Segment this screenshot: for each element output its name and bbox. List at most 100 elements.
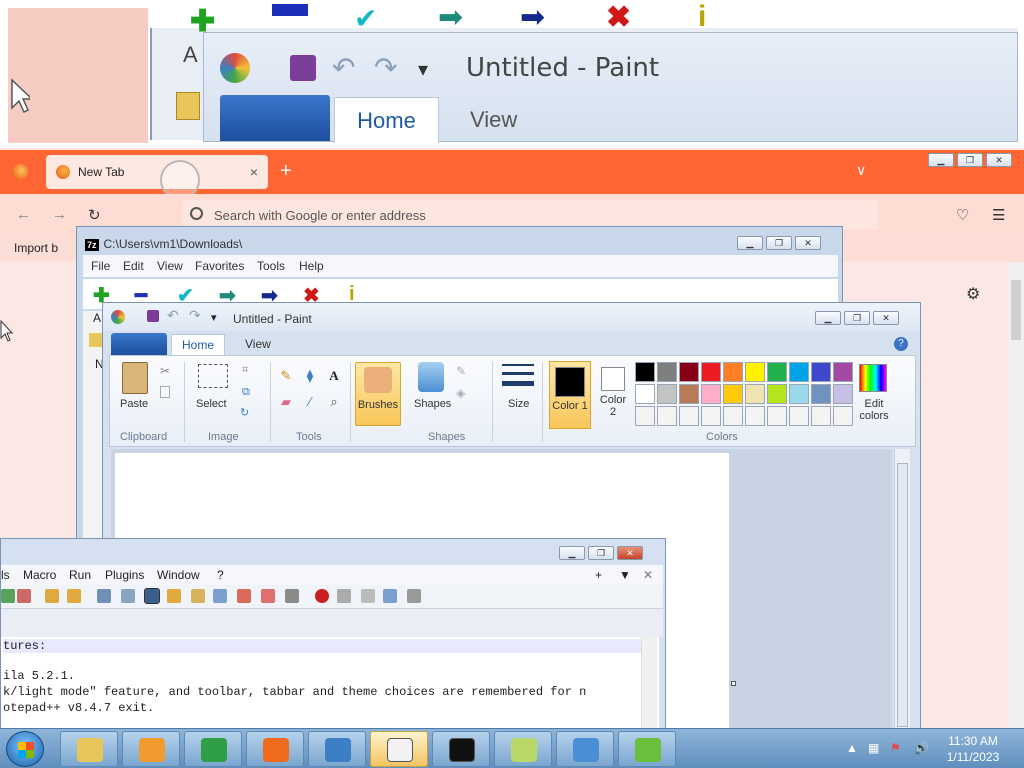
tab-home[interactable]: Home bbox=[171, 334, 226, 355]
taskbar-button[interactable] bbox=[184, 731, 242, 767]
scrollbar-thumb[interactable] bbox=[1011, 280, 1021, 340]
taskbar-button[interactable] bbox=[246, 731, 304, 767]
shapes-button[interactable]: Shapes bbox=[414, 398, 451, 410]
menu-plugins[interactable]: Plugins bbox=[105, 568, 144, 582]
minimize-button[interactable]: ▁ bbox=[815, 311, 841, 325]
clock[interactable]: 11:30 AM 1/11/2023 bbox=[944, 733, 1002, 765]
record-macro-icon[interactable] bbox=[315, 589, 329, 603]
toolbar-icon[interactable] bbox=[167, 589, 181, 603]
palette-swatch[interactable] bbox=[811, 406, 831, 426]
minimize-button[interactable]: ▁ bbox=[928, 153, 954, 167]
size-button[interactable]: Size bbox=[508, 398, 529, 410]
menu-help[interactable]: Help bbox=[299, 259, 324, 273]
palette-swatch[interactable] bbox=[833, 384, 853, 404]
palette-swatch[interactable] bbox=[723, 384, 743, 404]
color-picker-icon[interactable]: ⁄ bbox=[300, 392, 320, 412]
toolbar-icon[interactable] bbox=[144, 588, 160, 604]
pencil-icon[interactable]: ✎ bbox=[276, 366, 296, 386]
color2-button[interactable]: Color 2 bbox=[596, 394, 630, 418]
stop-macro-icon[interactable] bbox=[337, 589, 351, 603]
tab-view[interactable]: View bbox=[235, 334, 281, 355]
toolbar-icon[interactable] bbox=[237, 589, 251, 603]
palette-swatch[interactable] bbox=[657, 384, 677, 404]
resize-icon[interactable]: ⧉ bbox=[242, 386, 250, 399]
up-folder-icon[interactable] bbox=[89, 333, 103, 347]
close-doc-icon[interactable]: ✕ bbox=[643, 568, 653, 582]
toolbar-icon[interactable] bbox=[97, 589, 111, 603]
save-icon[interactable] bbox=[147, 310, 159, 322]
palette-swatch[interactable] bbox=[701, 384, 721, 404]
canvas-scrollbar[interactable] bbox=[894, 449, 910, 731]
paste-icon[interactable] bbox=[122, 362, 148, 394]
firefox-menu-icon[interactable] bbox=[12, 164, 28, 180]
page-scrollbar[interactable] bbox=[1008, 262, 1024, 730]
palette-swatch[interactable] bbox=[657, 362, 677, 382]
palette-swatch[interactable] bbox=[657, 406, 677, 426]
save-macro-icon[interactable] bbox=[407, 589, 421, 603]
rotate-icon[interactable]: ↻ bbox=[240, 406, 249, 419]
taskbar-button[interactable] bbox=[494, 731, 552, 767]
taskbar-button[interactable] bbox=[618, 731, 676, 767]
tab-new-tab[interactable]: New Tab × bbox=[46, 155, 268, 189]
palette-swatch[interactable] bbox=[767, 384, 787, 404]
palette-swatch[interactable] bbox=[811, 384, 831, 404]
palette-swatch[interactable] bbox=[679, 406, 699, 426]
customize-qa-icon[interactable]: ▾ bbox=[211, 311, 225, 325]
run-macro-multiple-icon[interactable] bbox=[383, 589, 397, 603]
reload-button[interactable]: ↻ bbox=[88, 206, 101, 224]
settings-gear-icon[interactable]: ⚙ bbox=[966, 284, 980, 304]
show-hidden-icons[interactable]: ▲ bbox=[846, 741, 858, 755]
toolbar-icon[interactable] bbox=[261, 589, 275, 603]
toolbar-icon[interactable] bbox=[213, 589, 227, 603]
palette-swatch[interactable] bbox=[723, 362, 743, 382]
outline-icon[interactable]: ✎ bbox=[456, 364, 466, 378]
app-menu-button[interactable]: ☰ bbox=[992, 206, 1005, 224]
back-button[interactable]: ← bbox=[16, 206, 31, 223]
palette-swatch[interactable] bbox=[679, 384, 699, 404]
palette-swatch[interactable] bbox=[701, 362, 721, 382]
palette-swatch[interactable] bbox=[789, 362, 809, 382]
taskbar-button[interactable] bbox=[122, 731, 180, 767]
palette-swatch[interactable] bbox=[789, 384, 809, 404]
palette-swatch[interactable] bbox=[701, 406, 721, 426]
restore-button[interactable]: ❐ bbox=[957, 153, 983, 167]
taskbar-button[interactable] bbox=[556, 731, 614, 767]
color2-swatch[interactable] bbox=[601, 367, 625, 391]
taskbar-button[interactable] bbox=[308, 731, 366, 767]
select-button[interactable]: Select bbox=[196, 398, 227, 410]
canvas-resize-handle[interactable] bbox=[731, 681, 736, 686]
paint-menu-button[interactable] bbox=[111, 333, 167, 355]
npp-editor[interactable]: tures: ila 5.2.1. k/light mode" feature,… bbox=[1, 637, 659, 729]
undo-icon[interactable]: ↶ bbox=[167, 307, 181, 323]
redo-icon[interactable]: ↷ bbox=[189, 307, 203, 323]
new-tab-icon[interactable]: + bbox=[595, 568, 602, 582]
crop-icon[interactable]: ⌗ bbox=[242, 364, 248, 377]
menu-edit[interactable]: Edit bbox=[123, 259, 144, 273]
fill-shape-icon[interactable]: ◈ bbox=[456, 386, 465, 400]
brushes-button[interactable]: Brushes bbox=[355, 362, 401, 426]
paste-button[interactable]: Paste bbox=[120, 398, 148, 410]
menu-favorites[interactable]: Favorites bbox=[195, 259, 244, 273]
menu-view[interactable]: View bbox=[157, 259, 183, 273]
palette-swatch[interactable] bbox=[767, 362, 787, 382]
palette-swatch[interactable] bbox=[789, 406, 809, 426]
eraser-icon[interactable]: ▰ bbox=[276, 392, 296, 412]
edit-colors-button[interactable]: Edit colors bbox=[854, 398, 894, 422]
shapes-icon[interactable] bbox=[418, 362, 444, 392]
network-tray-icon[interactable]: ▦ bbox=[868, 741, 879, 755]
close-button[interactable]: ✕ bbox=[617, 546, 643, 560]
start-button[interactable] bbox=[6, 731, 44, 767]
taskbar-button[interactable] bbox=[60, 731, 118, 767]
close-button[interactable]: ✕ bbox=[873, 311, 899, 325]
palette-swatch[interactable] bbox=[723, 406, 743, 426]
menu-macro[interactable]: Macro bbox=[23, 568, 56, 582]
restore-button[interactable]: ❐ bbox=[844, 311, 870, 325]
toolbar-icon[interactable] bbox=[285, 589, 299, 603]
restore-button[interactable]: ❐ bbox=[588, 546, 614, 560]
volume-tray-icon[interactable]: 🔊 bbox=[914, 741, 929, 755]
magnifier-icon[interactable]: ⌕ bbox=[324, 392, 344, 412]
list-all-tabs-button[interactable]: ∨ bbox=[856, 162, 866, 179]
menu-tools[interactable]: Tools bbox=[257, 259, 285, 273]
menu-file[interactable]: File bbox=[91, 259, 110, 273]
restore-button[interactable]: ❐ bbox=[766, 236, 792, 250]
